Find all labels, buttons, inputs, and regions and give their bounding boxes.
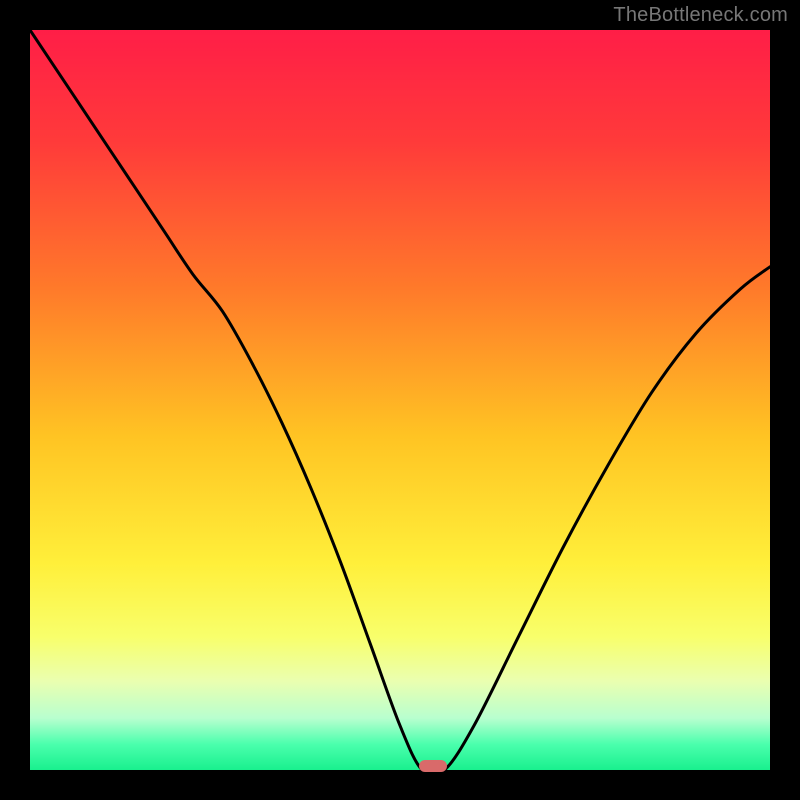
plot-svg [30, 30, 770, 770]
plot-area [30, 30, 770, 770]
chart-frame: TheBottleneck.com [0, 0, 800, 800]
attribution-watermark: TheBottleneck.com [613, 4, 788, 27]
gradient-rect [30, 30, 770, 770]
optimal-point-marker [419, 760, 447, 772]
